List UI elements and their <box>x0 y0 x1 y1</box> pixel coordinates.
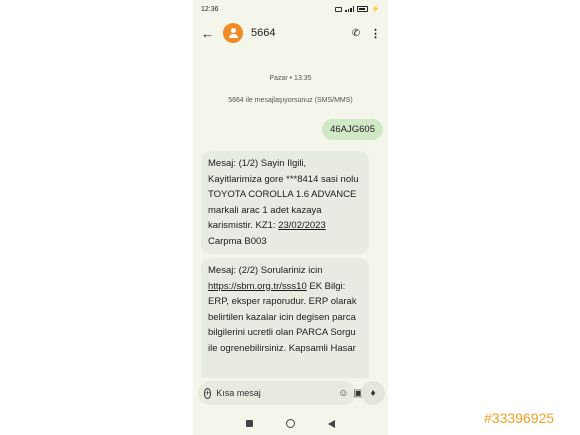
message-text: Mesaj: (2/2) Sorulariniz icin <box>208 265 323 276</box>
phone-icon[interactable]: ✆ <box>350 28 362 39</box>
back-button[interactable] <box>328 419 335 428</box>
sent-message[interactable]: 46AJG605 <box>322 119 383 140</box>
contact-name[interactable]: 5664 <box>251 27 342 39</box>
received-message[interactable]: Mesaj: (2/2) Sorulariniz icin https://sb… <box>201 258 369 378</box>
arrow-back-icon[interactable]: ← <box>201 26 215 41</box>
status-icons: ⚡ <box>335 5 380 13</box>
home-button[interactable] <box>286 419 295 428</box>
watermark: #33396925 <box>484 410 555 426</box>
phone-screen: 12:36 ⚡ ← 5664 ✆ ⋮ Pazar • 13:35 5664 il… <box>193 0 388 435</box>
date-label: Pazar • 13:35 <box>269 75 312 82</box>
emoji-icon[interactable]: ☺ <box>338 388 348 399</box>
page: 12:36 ⚡ ← 5664 ✆ ⋮ Pazar • 13:35 5664 il… <box>0 0 580 435</box>
add-circle-icon[interactable]: + <box>204 387 212 399</box>
conversation[interactable]: Pazar • 13:35 5664 ile mesajlaşıyorsunuz… <box>193 48 388 378</box>
message-composer: + ☺ ▣ <box>198 381 363 405</box>
avatar[interactable] <box>223 23 243 43</box>
charging-icon: ⚡ <box>371 6 380 13</box>
person-icon <box>228 28 238 38</box>
voice-icon[interactable]: ♦ <box>361 381 385 405</box>
conversation-info: 5664 ile mesajlaşıyorsunuz (SMS/MMS) <box>228 97 353 104</box>
app-bar: ← 5664 ✆ ⋮ <box>193 18 388 48</box>
received-message[interactable]: Mesaj: (1/2) Sayin Ilgili, Kayitlarimiza… <box>201 151 369 254</box>
signal-icon <box>345 6 355 12</box>
status-bar: 12:36 ⚡ <box>193 0 388 18</box>
url-link[interactable]: https://sbm.org.tr/sss10 <box>208 281 307 292</box>
battery-icon <box>357 6 369 12</box>
more-vert-icon[interactable]: ⋮ <box>370 27 381 40</box>
sim-icon <box>335 6 343 12</box>
message-input[interactable] <box>216 388 334 398</box>
recents-button[interactable] <box>246 420 253 427</box>
message-text: Carpma B003 <box>208 235 267 247</box>
navigation-bar <box>193 412 388 435</box>
status-time: 12:36 <box>201 5 219 13</box>
date-link[interactable]: 23/02/2023 <box>278 220 326 231</box>
